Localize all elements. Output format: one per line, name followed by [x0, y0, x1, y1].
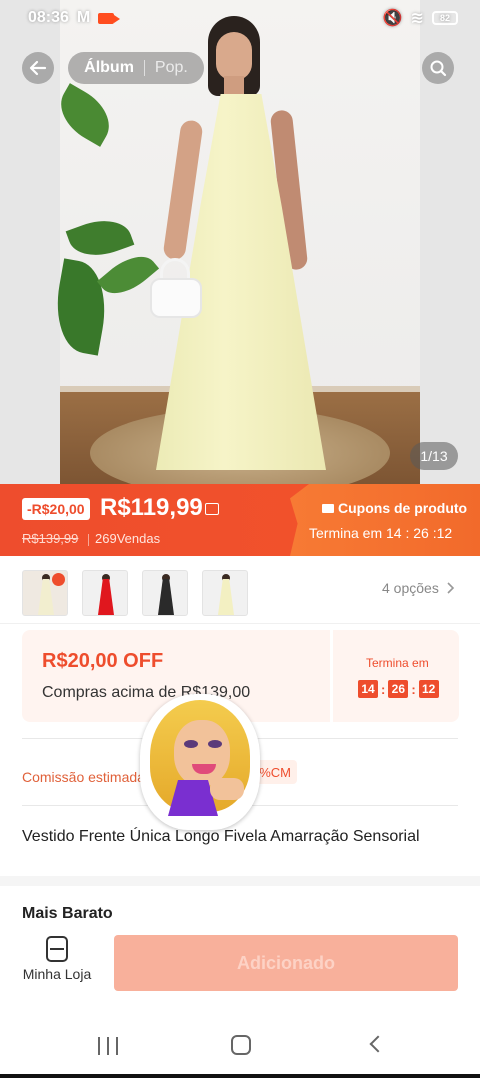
- tab-pop[interactable]: Pop.: [155, 59, 188, 77]
- variation-thumb[interactable]: [22, 570, 68, 616]
- shop-icon: [46, 936, 68, 962]
- thumb-dress: [218, 579, 234, 615]
- status-bar: 08:36 M 🔇 ≋ 82: [0, 0, 480, 36]
- variation-thumb[interactable]: [202, 570, 248, 616]
- sticker-eye: [184, 740, 198, 748]
- options-label: 4 opções: [382, 580, 439, 596]
- tab-divider: [143, 60, 145, 76]
- screen-record-icon: [98, 12, 121, 24]
- model-face: [216, 32, 252, 80]
- thumb-dress: [38, 579, 54, 615]
- timer-colon: :: [381, 681, 386, 697]
- commission-label: Comissão estimada: [22, 769, 145, 785]
- gmail-icon: M: [76, 9, 91, 26]
- sticker-eye: [208, 740, 222, 748]
- timer-colon: :: [411, 681, 416, 697]
- voucher-divider: [330, 630, 333, 722]
- section-gap: [0, 876, 480, 886]
- voucher-ends-label: Termina em: [366, 656, 429, 670]
- discount-badge: -R$20,00: [22, 498, 90, 520]
- my-shop-label: Minha Loja: [22, 966, 92, 982]
- wifi-icon: ≋: [410, 10, 424, 27]
- timer-minutes: 26: [388, 680, 409, 698]
- voucher-timer: 14 : 26 : 12: [358, 680, 439, 698]
- timer-seconds: 12: [418, 680, 439, 698]
- voucher-amount: R$20,00 OFF: [42, 650, 164, 672]
- thumb-dress: [98, 579, 114, 615]
- battery-level: 82: [439, 13, 450, 23]
- hot-badge: [52, 573, 65, 586]
- ticket-icon: [322, 503, 334, 513]
- coupon-title[interactable]: Cupons de produto: [322, 500, 467, 516]
- coupon-countdown: Termina em 14 : 26 :12: [309, 525, 453, 541]
- cartoon-sticker: [140, 694, 260, 830]
- screen-bottom-edge: [0, 1074, 480, 1078]
- current-price: R$119,99: [100, 494, 203, 521]
- handbag: [150, 278, 202, 318]
- home-icon[interactable]: [231, 1035, 251, 1055]
- arrow-left-icon: [29, 60, 47, 76]
- options-link[interactable]: 4 opções: [382, 580, 455, 596]
- my-shop-button[interactable]: Minha Loja: [22, 936, 92, 992]
- battery-icon: 82: [432, 11, 458, 25]
- mute-icon: 🔇: [382, 10, 403, 27]
- search-icon: [430, 60, 447, 77]
- variation-thumb[interactable]: [82, 570, 128, 616]
- image-tab-switcher: Álbum Pop.: [68, 52, 204, 84]
- sticker-face: [174, 720, 230, 786]
- sticker-hand: [210, 778, 244, 800]
- sold-count: 269Vendas: [95, 531, 161, 546]
- section-title-cheapest: Mais Barato: [22, 905, 113, 922]
- back-button[interactable]: [22, 52, 54, 84]
- price-divider: [88, 534, 89, 546]
- coupon-title-label: Cupons de produto: [338, 500, 468, 516]
- chevron-right-icon: [447, 582, 454, 594]
- system-nav-bar: [0, 1018, 480, 1074]
- original-price: R$139,99: [22, 531, 79, 546]
- added-button[interactable]: Adicionado: [114, 935, 458, 991]
- price-info-icon[interactable]: [205, 503, 219, 515]
- variation-thumb[interactable]: [142, 570, 188, 616]
- coupon-zone[interactable]: [290, 484, 480, 556]
- image-counter: 1/13: [410, 442, 458, 470]
- recents-icon[interactable]: [98, 1037, 118, 1055]
- tab-album[interactable]: Álbum: [84, 59, 134, 77]
- search-button[interactable]: [422, 52, 454, 84]
- thumb-dress: [158, 579, 174, 615]
- timer-hours: 14: [358, 680, 378, 698]
- product-title: Vestido Frente Única Longo Fivela Amarra…: [22, 828, 420, 845]
- system-back-icon[interactable]: [369, 1035, 387, 1053]
- status-time: 08:36: [28, 9, 69, 26]
